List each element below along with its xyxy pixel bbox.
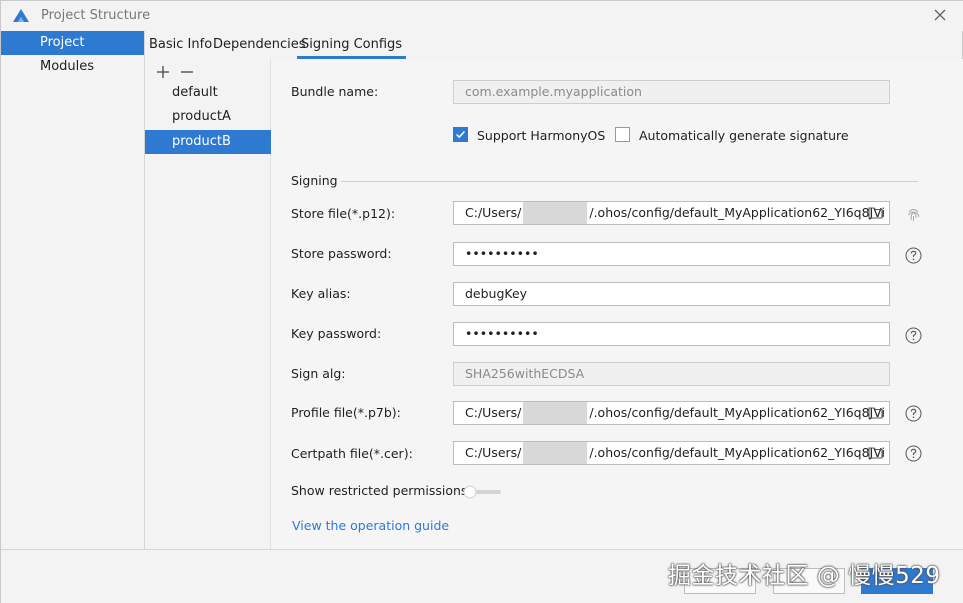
help-icon[interactable] xyxy=(905,405,922,422)
signing-section-title: Signing xyxy=(291,173,338,188)
check-icon xyxy=(456,130,465,139)
remove-icon[interactable] xyxy=(179,64,195,80)
certpath-file-label: Certpath file(*.cer): xyxy=(291,446,413,461)
certpath-file-field[interactable]: C:/Users/ /.ohos/config/default_MyApplica… xyxy=(453,441,890,465)
config-item-producta[interactable]: productA xyxy=(145,105,271,129)
add-icon[interactable] xyxy=(155,64,171,80)
section-divider xyxy=(341,181,918,182)
fingerprint-icon xyxy=(908,209,919,221)
tab-dependencies[interactable]: Dependencies xyxy=(213,31,306,59)
profile-file-prefix: C:/Users/ xyxy=(465,405,522,420)
support-harmonyos-checkbox[interactable] xyxy=(453,127,468,142)
watermark-text: 掘金技术社区 @ 慢慢529 xyxy=(668,563,941,589)
help-icon[interactable] xyxy=(905,327,922,344)
signing-form: Bundle name: com.example.myapplication S… xyxy=(271,59,963,549)
store-file-prefix: C:/Users/ xyxy=(465,205,522,220)
operation-guide-link[interactable]: View the operation guide xyxy=(292,518,449,533)
restricted-permissions-toggle[interactable] xyxy=(463,485,503,499)
key-alias-field[interactable]: debugKey xyxy=(453,282,890,306)
signing-config-list: default productA productB xyxy=(145,59,271,549)
project-structure-dialog: Project Structure Project Modules Basic … xyxy=(0,0,963,603)
folder-icon[interactable] xyxy=(868,206,883,219)
nav-item-modules[interactable]: Modules xyxy=(1,55,144,79)
certpath-file-prefix: C:/Users/ xyxy=(465,445,522,460)
profile-file-field[interactable]: C:/Users/ /.ohos/config/default_MyApplica… xyxy=(453,401,890,425)
title-bar: Project Structure xyxy=(1,1,963,31)
window-title: Project Structure xyxy=(41,8,151,23)
store-password-field[interactable]: •••••••••• xyxy=(453,242,890,266)
nav-item-project[interactable]: Project xyxy=(1,31,144,55)
key-password-field[interactable]: •••••••••• xyxy=(453,322,890,346)
sign-alg-label: Sign alg: xyxy=(291,366,346,381)
store-password-label: Store password: xyxy=(291,246,392,261)
key-alias-label: Key alias: xyxy=(291,286,351,301)
redacted-username xyxy=(523,442,588,464)
redacted-username xyxy=(523,402,588,424)
help-icon[interactable] xyxy=(905,247,922,264)
close-icon[interactable] xyxy=(933,8,947,22)
folder-icon[interactable] xyxy=(868,446,883,459)
config-item-default[interactable]: default xyxy=(145,81,271,105)
profile-file-label: Profile file(*.p7b): xyxy=(291,405,401,420)
redacted-username xyxy=(523,202,588,224)
bundle-name-field: com.example.myapplication xyxy=(453,80,890,104)
project-nav: Project Modules xyxy=(1,31,145,549)
sign-alg-field: SHA256withECDSA xyxy=(453,362,890,386)
deveco-logo-icon xyxy=(13,9,29,22)
store-file-field[interactable]: C:/Users/ /.ohos/config/default_MyApplica… xyxy=(453,201,890,225)
tab-signing-configs[interactable]: Signing Configs xyxy=(296,31,407,59)
bundle-name-label: Bundle name: xyxy=(291,84,379,99)
auto-signature-checkbox[interactable] xyxy=(615,127,630,142)
tab-basic-info[interactable]: Basic Info xyxy=(149,31,212,59)
config-item-productb[interactable]: productB xyxy=(145,130,271,154)
tab-bar: Basic Info Dependencies Signing Configs xyxy=(145,31,963,59)
help-icon[interactable] xyxy=(905,445,922,462)
restricted-permissions-label: Show restricted permissions xyxy=(291,483,468,498)
profile-file-suffix: /.ohos/config/default_MyApplication62_YI… xyxy=(589,405,885,420)
store-file-label: Store file(*.p12): xyxy=(291,206,396,221)
auto-signature-label: Automatically generate signature xyxy=(639,128,849,143)
key-password-label: Key password: xyxy=(291,326,382,341)
support-harmonyos-label: Support HarmonyOS xyxy=(477,128,606,143)
store-file-suffix: /.ohos/config/default_MyApplication62_YI… xyxy=(589,205,885,220)
folder-icon[interactable] xyxy=(868,406,883,419)
certpath-file-suffix: /.ohos/config/default_MyApplication62_YI… xyxy=(589,445,885,460)
